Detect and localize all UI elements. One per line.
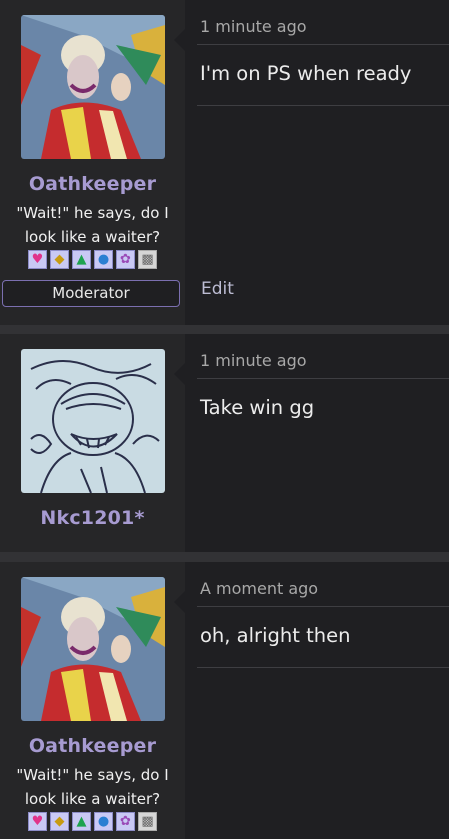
post-2-message: 1 minute ago Take win gg (185, 334, 449, 552)
leaf-badge-icon: ▲ (72, 250, 91, 269)
badge-row: ♥ ◆ ▲ ● ✿ ▩ (28, 812, 157, 831)
edit-link[interactable]: Edit (201, 279, 234, 299)
user-title: "Wait!" he says, do I look like a waiter… (16, 204, 169, 246)
message-text: I'm on PS when ready (200, 62, 412, 85)
gray-badge-icon: ▩ (138, 250, 157, 269)
avatar[interactable] (20, 349, 165, 493)
post-separator (0, 552, 449, 562)
post-separator (0, 325, 449, 334)
timestamp[interactable]: 1 minute ago (200, 351, 307, 370)
divider (197, 378, 449, 379)
timestamp[interactable]: A moment ago (200, 579, 318, 598)
post-2-user-panel: Nkc1201* (0, 334, 186, 552)
leaf-badge-icon: ▲ (72, 812, 91, 831)
bow-badge-icon: ✿ (116, 250, 135, 269)
message-text: oh, alright then (200, 624, 351, 647)
username[interactable]: Nkc1201* (40, 507, 144, 529)
divider (197, 667, 449, 668)
badge-row: ♥ ◆ ▲ ● ✿ ▩ (28, 250, 157, 269)
divider (197, 44, 449, 45)
post-3-message: A moment ago oh, alright then (185, 562, 449, 839)
jester-avatar-image (20, 577, 165, 721)
sketch-avatar-image (20, 349, 165, 493)
timestamp[interactable]: 1 minute ago (200, 17, 307, 36)
user-title: "Wait!" he says, do I look like a waiter… (16, 766, 169, 808)
diamond-badge-icon: ◆ (50, 812, 69, 831)
post-3: Oathkeeper "Wait!" he says, do I look li… (0, 562, 449, 839)
divider (197, 606, 449, 607)
drop-badge-icon: ● (94, 250, 113, 269)
gray-badge-icon: ▩ (138, 812, 157, 831)
drop-badge-icon: ● (94, 812, 113, 831)
jester-avatar-image (20, 15, 165, 159)
post-3-user-panel: Oathkeeper "Wait!" he says, do I look li… (0, 562, 186, 839)
bow-badge-icon: ✿ (116, 812, 135, 831)
role-badge: Moderator (2, 280, 180, 307)
heart-badge-icon: ♥ (28, 812, 47, 831)
heart-badge-icon: ♥ (28, 250, 47, 269)
post-2: Nkc1201* 1 minute ago Take win gg (0, 334, 449, 552)
username[interactable]: Oathkeeper (29, 735, 156, 757)
post-1-message: 1 minute ago I'm on PS when ready Edit (185, 0, 449, 325)
diamond-badge-icon: ◆ (50, 250, 69, 269)
avatar[interactable] (20, 577, 165, 721)
username[interactable]: Oathkeeper (29, 173, 156, 195)
avatar[interactable] (20, 15, 165, 159)
post-1: Oathkeeper "Wait!" he says, do I look li… (0, 0, 449, 325)
divider (197, 105, 449, 106)
message-text: Take win gg (200, 396, 315, 419)
post-1-user-panel: Oathkeeper "Wait!" he says, do I look li… (0, 0, 186, 325)
